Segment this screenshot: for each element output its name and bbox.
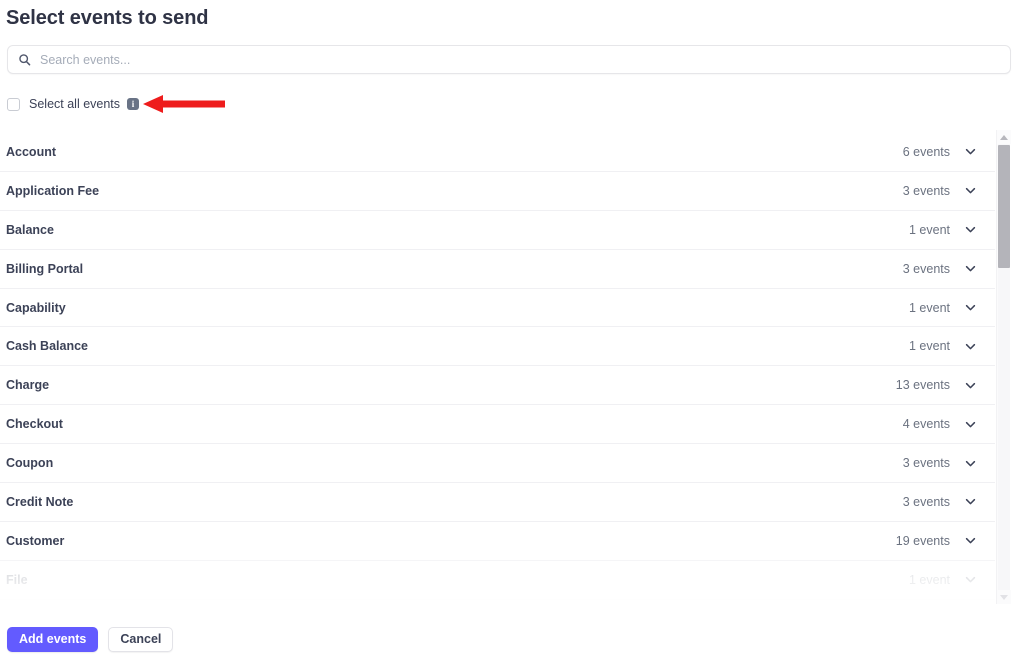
chevron-down-icon[interactable] <box>964 495 977 508</box>
info-icon[interactable]: i <box>127 98 140 110</box>
event-count-label: 3 events <box>902 456 950 471</box>
event-count-label: 6 events <box>902 144 950 159</box>
table-row[interactable]: Charge 13 events <box>0 366 995 406</box>
add-events-button[interactable]: Add events <box>7 627 99 652</box>
search-input[interactable] <box>40 46 1000 73</box>
event-group-name: Capability <box>6 300 66 315</box>
scroll-down-arrow-icon <box>1000 594 1008 600</box>
select-all-row[interactable]: Select all events i <box>7 96 140 112</box>
table-row[interactable]: Customer 19 events <box>0 521 995 561</box>
event-group-name: Cash Balance <box>6 339 88 354</box>
event-group-name: Billing Portal <box>6 261 84 276</box>
chevron-down-icon[interactable] <box>964 145 977 158</box>
chevron-down-icon[interactable] <box>964 301 977 314</box>
event-count-label: 13 events <box>895 378 950 393</box>
events-list-scroll-content: Account 6 events Application Fee 3 events Ba… <box>0 133 995 600</box>
event-count-label: 4 events <box>902 417 950 432</box>
event-group-name: Checkout <box>6 417 63 432</box>
select-all-checkbox[interactable] <box>7 97 20 111</box>
search-bar[interactable] <box>7 45 1011 74</box>
table-row[interactable]: Capability 1 event <box>0 288 995 328</box>
event-count-label: 1 event <box>908 339 950 354</box>
event-group-name: Balance <box>6 222 54 237</box>
table-row[interactable]: File 1 event <box>0 560 995 600</box>
chevron-down-icon[interactable] <box>964 379 977 392</box>
search-icon <box>19 54 31 66</box>
event-group-name: Account <box>6 144 56 159</box>
events-list-scrollbar[interactable] <box>996 130 1011 604</box>
event-group-name: Credit Note <box>6 494 74 509</box>
table-row[interactable]: Application Fee 3 events <box>0 171 995 211</box>
chevron-down-icon[interactable] <box>964 340 977 353</box>
chevron-down-icon[interactable] <box>964 184 977 197</box>
event-count-label: 1 event <box>908 572 950 587</box>
event-group-name: Coupon <box>6 456 54 471</box>
table-row[interactable]: Billing Portal 3 events <box>0 249 995 289</box>
chevron-down-icon[interactable] <box>964 457 977 470</box>
chevron-down-icon[interactable] <box>964 534 977 547</box>
table-row[interactable]: Cash Balance 1 event <box>0 327 995 367</box>
scroll-up-arrow-icon <box>1000 134 1008 140</box>
event-count-label: 1 event <box>908 222 950 237</box>
chevron-down-icon[interactable] <box>964 262 977 275</box>
table-row[interactable]: Credit Note 3 events <box>0 483 995 522</box>
chevron-down-icon[interactable] <box>964 573 977 586</box>
select-all-label: Select all events <box>29 97 121 111</box>
page-title: Select events to send <box>6 7 209 29</box>
event-count-label: 1 event <box>908 300 950 315</box>
event-count-label: 3 events <box>902 494 950 509</box>
event-group-name: Customer <box>6 533 65 548</box>
annotation-arrow-icon <box>143 95 225 113</box>
event-group-name: Charge <box>6 378 50 393</box>
table-row[interactable]: Balance 1 event <box>0 210 995 250</box>
event-count-label: 3 events <box>902 183 950 198</box>
events-list: Account 6 events Application Fee 3 events Ba… <box>0 133 1010 600</box>
table-row[interactable]: Coupon 3 events <box>0 444 995 484</box>
scroll-up-button[interactable] <box>997 130 1011 144</box>
scroll-down-button[interactable] <box>997 590 1011 604</box>
event-count-label: 3 events <box>902 261 950 276</box>
scrollbar-thumb[interactable] <box>998 145 1010 268</box>
event-group-name: Application Fee <box>6 183 100 198</box>
table-row[interactable]: Checkout 4 events <box>0 405 995 445</box>
chevron-down-icon[interactable] <box>964 418 977 431</box>
event-count-label: 19 events <box>895 533 950 548</box>
cancel-button[interactable]: Cancel <box>108 627 174 652</box>
event-group-name: File <box>6 572 28 587</box>
footer-actions: Add events Cancel <box>7 627 174 652</box>
chevron-down-icon[interactable] <box>964 223 977 236</box>
table-row[interactable]: Account 6 events <box>0 133 995 172</box>
